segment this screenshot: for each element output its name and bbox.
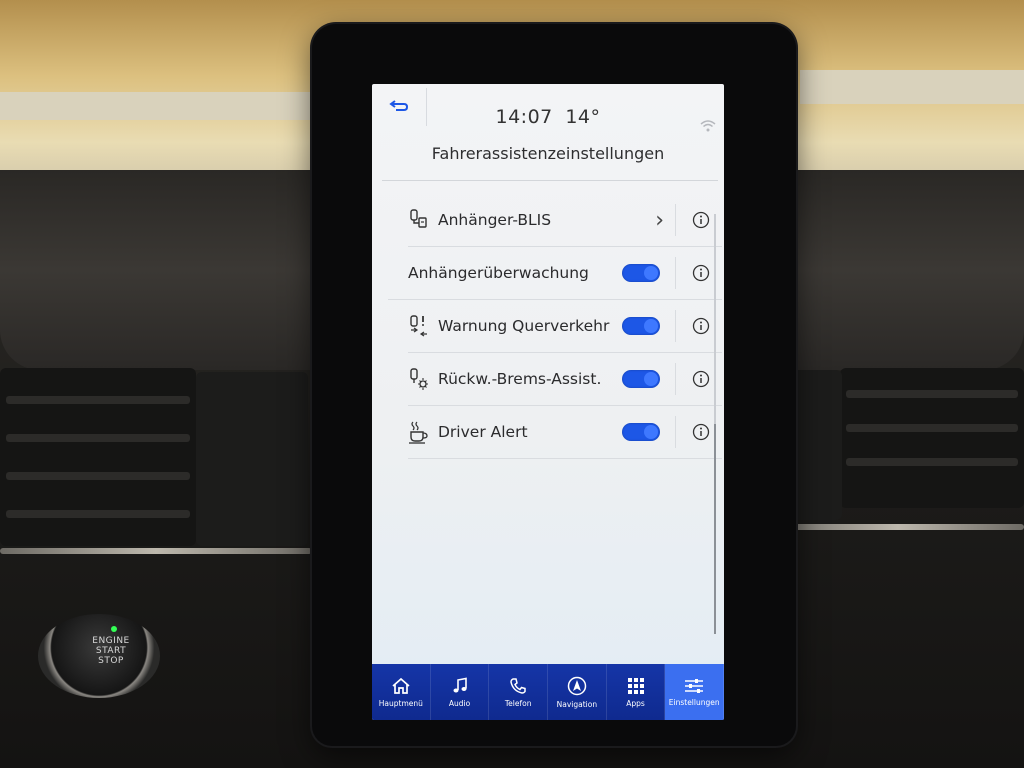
toggle-switch[interactable]: [622, 317, 660, 335]
engine-button-label: ENGINE START STOP: [92, 636, 130, 666]
setting-label: Anhänger-BLIS: [438, 211, 552, 229]
reverse-brake-assist-icon: [408, 367, 438, 391]
engine-indicator-light: [111, 626, 117, 632]
ceiling-beam: [0, 92, 320, 120]
left-vent-control: [196, 372, 308, 546]
info-button[interactable]: [690, 209, 712, 231]
left-air-vent: [0, 368, 196, 546]
title-divider: [382, 180, 718, 181]
apps-grid-icon: [627, 677, 644, 694]
info-icon: [692, 317, 710, 335]
clock-display: 14:07 14°: [372, 106, 724, 128]
nav-telefon[interactable]: Telefon: [489, 664, 549, 720]
setting-label: Driver Alert: [438, 423, 528, 441]
ceiling-beam: [800, 70, 1024, 104]
nav-label: Telefon: [504, 698, 532, 708]
row-divider: [675, 204, 676, 236]
info-icon: [692, 264, 710, 282]
page-title: Fahrerassistenzeinstellungen: [431, 144, 665, 163]
setting-row-anhaenger-blis[interactable]: Anhänger-BLIS ›: [408, 194, 722, 247]
chevron-right-icon: ›: [655, 208, 664, 233]
right-air-vent: [840, 368, 1024, 508]
nav-label: Einstellungen: [668, 697, 720, 707]
phone-icon: [510, 677, 526, 694]
setting-label: Rückw.-Brems-Assist.: [438, 370, 602, 388]
status-bar: 14:07 14°: [372, 84, 724, 132]
setting-row-anhaengerueberwachung[interactable]: Anhängerüberwachung: [388, 247, 722, 300]
home-icon: [392, 677, 410, 694]
music-note-icon: [453, 677, 467, 692]
nav-label: Hauptmenü: [378, 698, 423, 708]
nav-label: Navigation: [556, 699, 598, 709]
info-button[interactable]: [690, 368, 712, 390]
row-divider: [675, 310, 676, 342]
info-button[interactable]: [690, 262, 712, 284]
row-divider: [675, 257, 676, 289]
toggle-switch[interactable]: [622, 264, 660, 282]
nav-label: Audio: [448, 698, 471, 708]
nav-label: Apps: [626, 698, 645, 708]
settings-sliders-icon: [685, 678, 704, 693]
coffee-cup-icon: [408, 420, 438, 444]
navigation-arrow-icon: [567, 676, 587, 695]
right-vent-trim: [772, 524, 1024, 530]
info-icon: [692, 211, 710, 229]
trailer-blis-icon: [408, 208, 438, 232]
row-divider: [675, 363, 676, 395]
setting-row-driver-alert[interactable]: Driver Alert: [408, 406, 722, 459]
nav-navigation[interactable]: Navigation: [548, 664, 607, 720]
row-divider: [675, 416, 676, 448]
toggle-switch[interactable]: [622, 370, 660, 388]
info-icon: [692, 370, 710, 388]
infotainment-screen: 14:07 14° Fahrerassistenzeinstellungen A…: [372, 84, 724, 720]
setting-row-rueckw-brems-assist[interactable]: Rückw.-Brems-Assist.: [408, 353, 722, 406]
info-button[interactable]: [690, 421, 712, 443]
toggle-switch[interactable]: [622, 423, 660, 441]
setting-row-warnung-querverkehr[interactable]: Warnung Querverkehr: [408, 300, 722, 353]
setting-label: Warnung Querverkehr: [438, 317, 610, 335]
left-vent-trim: [0, 548, 312, 554]
wifi-icon: [700, 120, 716, 132]
cross-traffic-warning-icon: [408, 314, 438, 338]
settings-list: Anhänger-BLIS › Anhängerüberwachung Warn…: [388, 194, 722, 459]
nav-apps[interactable]: Apps: [607, 664, 666, 720]
time: 14:07: [495, 106, 553, 128]
bottom-navigation-bar: Hauptmenü Audio Telefon Navigation Apps …: [372, 664, 724, 720]
info-button[interactable]: [690, 315, 712, 337]
info-icon: [692, 423, 710, 441]
temperature: 14°: [565, 106, 601, 128]
nav-audio[interactable]: Audio: [431, 664, 490, 720]
nav-hauptmenue[interactable]: Hauptmenü: [372, 664, 431, 720]
scrollbar-thumb[interactable]: [714, 424, 716, 634]
nav-einstellungen[interactable]: Einstellungen: [665, 664, 724, 720]
